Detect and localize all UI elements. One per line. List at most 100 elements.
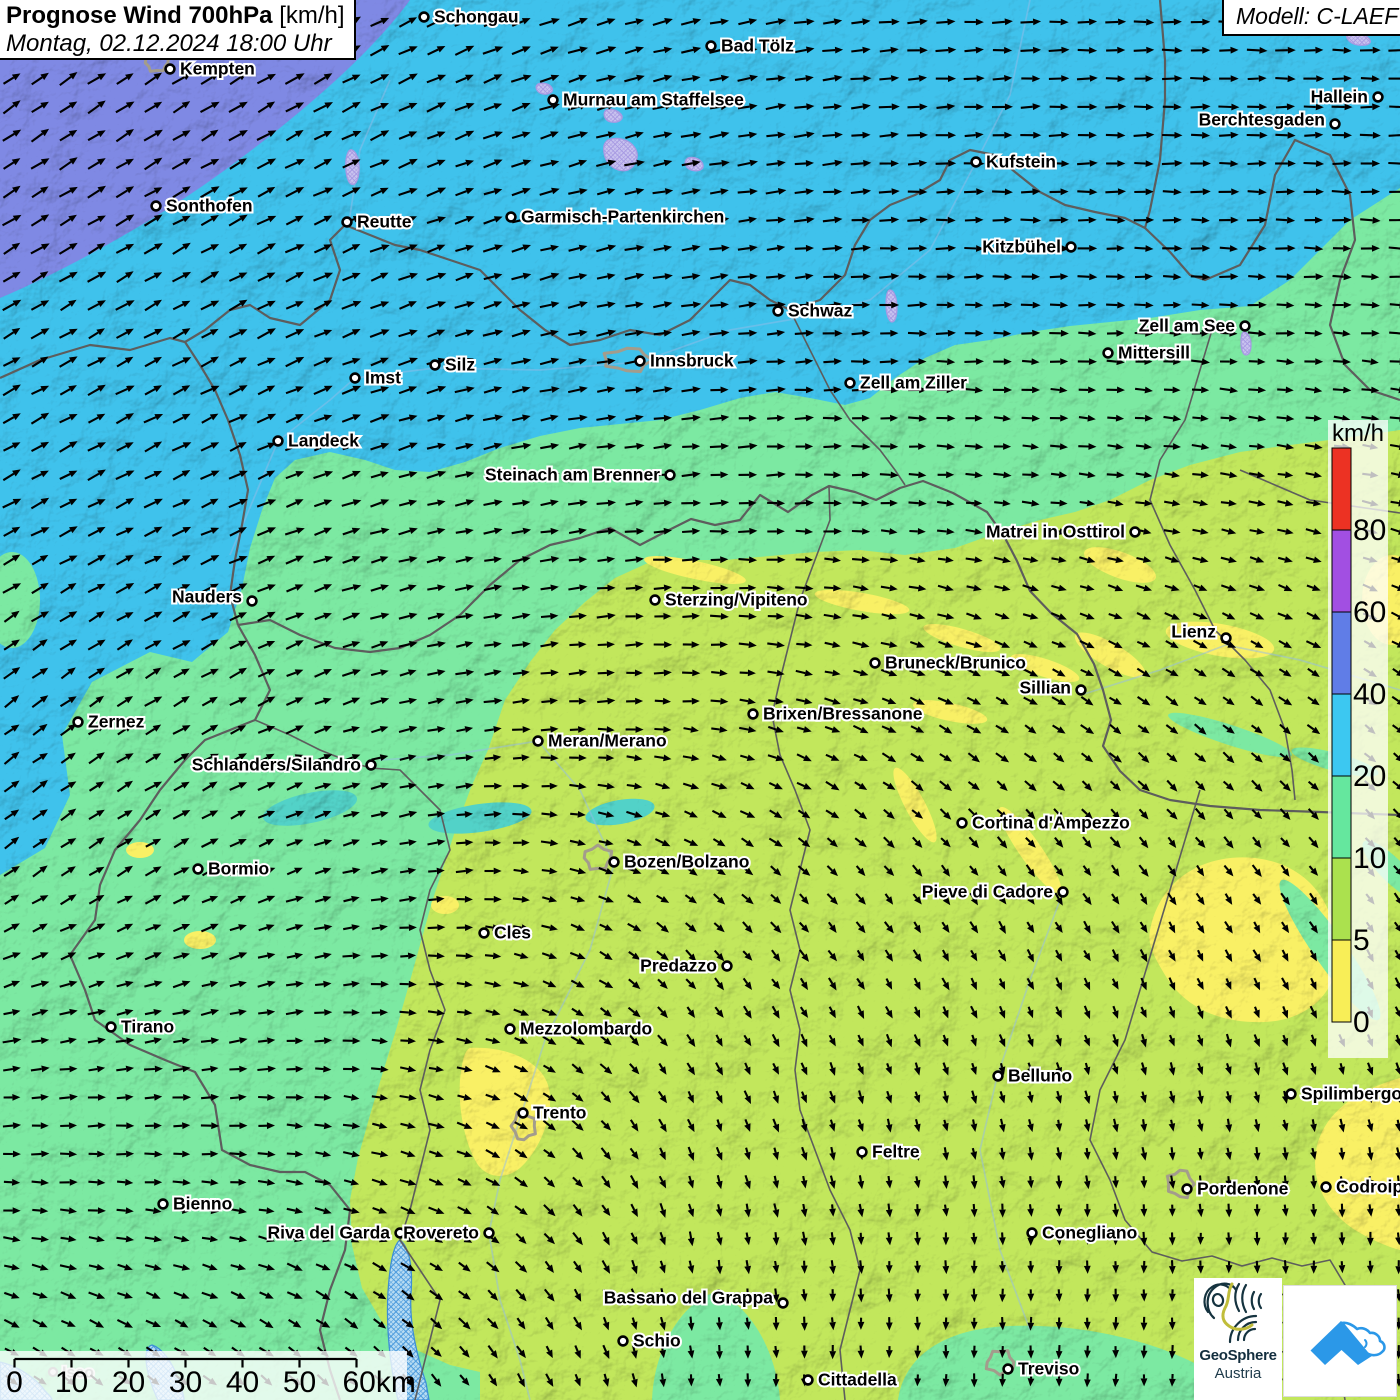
wind-arrow-shaft xyxy=(1304,107,1316,108)
wind-arrow-shaft xyxy=(1050,446,1060,447)
wind-arrow-shaft xyxy=(598,729,607,730)
wind-arrow-shaft xyxy=(32,1182,41,1183)
city-label: Berchtesgaden xyxy=(1199,110,1325,130)
wind-arrow-shaft xyxy=(484,645,494,646)
wind-arrow-shaft xyxy=(1135,389,1145,390)
wind-arrow-shaft xyxy=(1051,389,1060,390)
wind-arrow-shaft xyxy=(1171,1176,1172,1182)
wind-arrow-shaft xyxy=(825,672,833,673)
wind-arrow-shaft xyxy=(597,616,608,618)
wind-arrow-shaft xyxy=(569,785,578,786)
wind-arrow-shaft xyxy=(371,956,380,957)
wind-arrow-shaft xyxy=(937,361,948,362)
wind-arrow-shaft xyxy=(1361,417,1371,418)
wind-arrow-shaft xyxy=(739,644,749,645)
wind-arrow-shaft xyxy=(1134,21,1146,22)
wind-arrow-shaft xyxy=(1276,219,1287,220)
wind-arrow-shaft xyxy=(1218,107,1231,108)
wind-arrow-shaft xyxy=(1388,163,1400,164)
wind-arrow-shaft xyxy=(1388,50,1400,51)
wind-arrow-shaft xyxy=(738,333,749,334)
wind-arrow-shaft xyxy=(823,107,834,108)
wind-arrow-shaft xyxy=(541,588,551,590)
wind-arrow-shaft xyxy=(569,560,579,561)
wind-arrow-shaft xyxy=(1079,417,1088,418)
wind-arrow-shaft xyxy=(1390,304,1400,305)
wind-arrow-shaft xyxy=(1078,50,1089,51)
wind-arrow-shaft xyxy=(853,615,862,616)
wind-arrow-shaft xyxy=(286,984,296,985)
wind-arrow-shaft xyxy=(1284,1091,1285,1096)
wind-arrow-shaft xyxy=(598,785,607,786)
wind-arrow-shaft xyxy=(889,1232,890,1237)
wind-arrow-shaft xyxy=(1134,163,1145,164)
wind-arrow-shaft xyxy=(691,1317,692,1323)
wind-arrow-shaft xyxy=(1114,1119,1115,1125)
wind-arrow-shaft xyxy=(1108,502,1116,504)
wind-arrow-shaft xyxy=(32,1210,40,1211)
wind-arrow-shaft xyxy=(597,701,607,702)
wind-arrow-shaft xyxy=(512,814,522,815)
wind-arrow-shaft xyxy=(633,1318,635,1323)
wind-arrow-shaft xyxy=(1001,1119,1002,1125)
wind-arrow-shaft xyxy=(738,277,750,278)
wind-arrow-shaft xyxy=(766,135,777,136)
wind-arrow-shaft xyxy=(1192,474,1201,475)
lake-zellersee xyxy=(1241,332,1251,355)
wind-arrow-shaft xyxy=(965,446,976,447)
wind-arrow-shaft xyxy=(916,1092,917,1096)
wind-arrow-shaft xyxy=(259,1210,267,1211)
wind-arrow-shaft xyxy=(684,728,692,729)
wind-arrow-shaft xyxy=(258,1181,267,1182)
wind-arrow-shaft xyxy=(1135,248,1146,249)
wind-arrow-shaft xyxy=(823,135,835,136)
wind-arrow-shaft xyxy=(1227,1063,1228,1067)
wind-arrow-shaft xyxy=(832,1260,833,1266)
map-canvas: Iseo SchongauBad TölzKemptenMurnau am St… xyxy=(0,0,1400,1400)
wind-arrow-shaft xyxy=(145,1097,154,1098)
wind-arrow-shaft xyxy=(654,729,663,730)
wind-arrow-shaft xyxy=(654,673,664,674)
wind-arrow-shaft xyxy=(908,305,920,306)
wind-arrow-shaft xyxy=(1332,79,1344,80)
wind-arrow-shaft xyxy=(917,1232,918,1238)
wind-arrow-shaft xyxy=(1313,1119,1314,1124)
wind-arrow-shaft xyxy=(542,814,550,815)
wind-arrow-shaft xyxy=(965,50,976,51)
wind-arrow-shaft xyxy=(1304,248,1315,249)
wind-arrow-shaft xyxy=(711,728,719,729)
wind-arrow-shaft xyxy=(1389,248,1400,249)
city-label: Bad Tölz xyxy=(721,36,794,56)
wind-arrow-shaft xyxy=(824,587,833,588)
wind-arrow-shaft xyxy=(1105,107,1118,108)
wind-arrow-shaft xyxy=(428,814,437,815)
wind-arrow-shaft xyxy=(654,588,664,589)
wind-arrow-shaft xyxy=(456,758,466,759)
wind-arrow-shaft xyxy=(1389,135,1400,136)
wind-arrow-shaft xyxy=(1369,1119,1370,1124)
wind-arrow-shaft xyxy=(1277,389,1286,390)
wind-arrow-shaft xyxy=(428,871,437,872)
wind-arrow-shaft xyxy=(1164,502,1172,503)
wind-arrow-shaft xyxy=(682,475,693,477)
wind-arrow-shaft xyxy=(936,220,948,221)
wind-arrow-shaft xyxy=(1256,1147,1257,1153)
wind-arrow-shaft xyxy=(803,1119,805,1125)
wind-arrow-shaft xyxy=(428,786,437,788)
wind-arrow-shaft xyxy=(173,1069,183,1070)
wind-arrow-shaft xyxy=(766,277,778,278)
wind-arrow-shaft xyxy=(1219,304,1230,305)
wind-arrow-shaft xyxy=(512,644,523,645)
wind-arrow-shaft xyxy=(287,1125,296,1126)
wind-arrow-shaft xyxy=(1369,1147,1370,1153)
wind-arrow-shaft xyxy=(485,729,494,730)
wind-arrow-shaft xyxy=(682,531,692,532)
wind-arrow-shaft xyxy=(738,361,750,362)
wind-arrow-shaft xyxy=(32,1041,42,1042)
wind-arrow-shaft xyxy=(1250,530,1257,531)
wind-arrow-shaft xyxy=(1106,78,1118,79)
wind-arrow-shaft xyxy=(974,1175,975,1181)
wind-arrow-shaft xyxy=(1256,1092,1257,1096)
wind-arrow-shaft xyxy=(1108,445,1117,446)
wind-arrow-shaft xyxy=(1304,135,1315,136)
